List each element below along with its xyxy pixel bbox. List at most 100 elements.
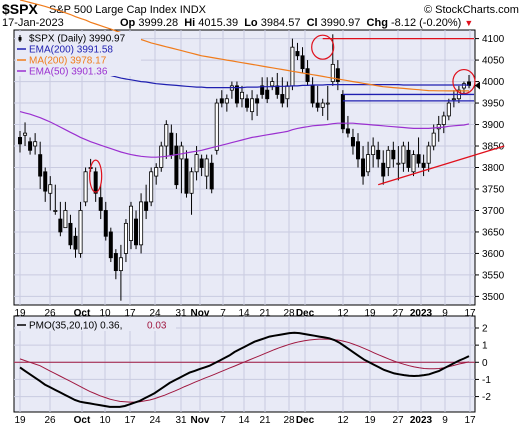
candle [371, 145, 376, 156]
candle [98, 197, 103, 211]
candle [149, 171, 154, 203]
x-tick-label: 26 [44, 415, 56, 426]
candle [290, 46, 295, 87]
x-tick-label: Dec [296, 415, 315, 426]
candle [174, 145, 179, 186]
x-tick-label: 2023 [410, 415, 433, 426]
candle [169, 132, 174, 156]
candle [461, 83, 466, 89]
y-tick-label: -1 [482, 375, 491, 386]
x-tick-label: Nov [191, 415, 210, 426]
candle [113, 253, 118, 272]
candle [204, 158, 209, 177]
candle [245, 98, 250, 108]
y-tick-label: 3650 [482, 227, 505, 238]
candle [446, 102, 451, 117]
candle [219, 98, 224, 104]
candle [108, 231, 113, 259]
candle [199, 158, 204, 168]
y-tick-label: 3800 [482, 163, 505, 174]
candle [118, 257, 123, 272]
candle [386, 149, 391, 168]
x-tick-label: 19 [364, 415, 376, 426]
candle [73, 235, 78, 250]
candle [214, 102, 219, 151]
y-tick-label: 3550 [482, 270, 505, 281]
stock-chart[interactable]: 3500355036003650370037503800385039003950… [0, 0, 522, 432]
candle [139, 201, 144, 246]
candle [310, 85, 315, 104]
candle [209, 162, 214, 190]
x-tick-label: 24 [149, 415, 161, 426]
pmo-signal-label: 0.03 [147, 321, 167, 332]
candle [239, 91, 244, 100]
candle [325, 102, 330, 105]
candle [356, 141, 361, 160]
candle [305, 68, 310, 82]
candle [33, 141, 38, 147]
candle [63, 210, 68, 229]
y-tick-label: 3600 [482, 249, 505, 260]
candle [83, 171, 88, 203]
candle [376, 149, 381, 160]
x-tick-label: 10 [99, 415, 111, 426]
x-tick-label: 27 [392, 415, 404, 426]
y-tick-label: 3900 [482, 120, 505, 131]
y-tick-label: 3500 [482, 292, 505, 303]
legend-label: EMA(200) 3991.58 [29, 45, 113, 56]
candle [28, 141, 33, 151]
candle [451, 98, 456, 101]
x-tick-label: 19 [14, 415, 26, 426]
candle [17, 137, 22, 145]
candle [265, 89, 270, 100]
candle [78, 210, 83, 254]
candle [295, 51, 300, 57]
candle [270, 81, 275, 87]
price-panel[interactable]: 3500355036003650370037503800385039003950… [13, 0, 505, 319]
candle [416, 154, 421, 164]
candle [431, 132, 436, 147]
y-tick-label: 0 [482, 358, 488, 369]
candle [315, 102, 320, 108]
y-tick-label: 4100 [482, 34, 505, 45]
legend-label: MA(200) 3978.17 [29, 56, 107, 67]
candle [366, 154, 371, 173]
x-tick-label: 28 [283, 415, 295, 426]
pmo-panel[interactable]: -2-1012PMO(35,20,10) 0.36, 0.0319 26 Oct 10 1… [13, 315, 491, 426]
candle [234, 85, 239, 104]
candle [154, 167, 159, 177]
candle [194, 154, 199, 173]
candle [250, 98, 255, 113]
candle [224, 98, 229, 104]
candle [128, 205, 133, 241]
candle [426, 145, 431, 164]
candle [350, 137, 355, 147]
candle [300, 55, 305, 70]
pmo-legend-label: PMO(35,20,10) 0.36, [29, 321, 122, 332]
candle [330, 63, 335, 82]
x-tick-label: Oct [74, 415, 91, 426]
x-tick-label: 12 [337, 415, 349, 426]
candle [421, 162, 426, 168]
candle [189, 171, 194, 194]
candle [320, 102, 325, 108]
y-tick-label: 3750 [482, 184, 505, 195]
x-tick-label: 21 [259, 415, 271, 426]
y-tick-label: 2 [482, 324, 488, 335]
candle [406, 149, 411, 168]
x-tick-label: 17 [464, 415, 476, 426]
candle [93, 171, 98, 194]
candle [411, 154, 416, 173]
candle [391, 149, 396, 160]
candle [184, 158, 189, 194]
candle [23, 132, 28, 136]
candle [38, 154, 43, 177]
candle [255, 98, 260, 104]
x-tick-label: 17 [124, 415, 136, 426]
y-tick-label: 1 [482, 341, 488, 352]
candle [280, 94, 285, 104]
legend-swatch [18, 37, 22, 41]
x-tick-label: 14 [238, 415, 250, 426]
y-tick-label: 4000 [482, 77, 505, 88]
y-tick-label: 3950 [482, 99, 505, 110]
